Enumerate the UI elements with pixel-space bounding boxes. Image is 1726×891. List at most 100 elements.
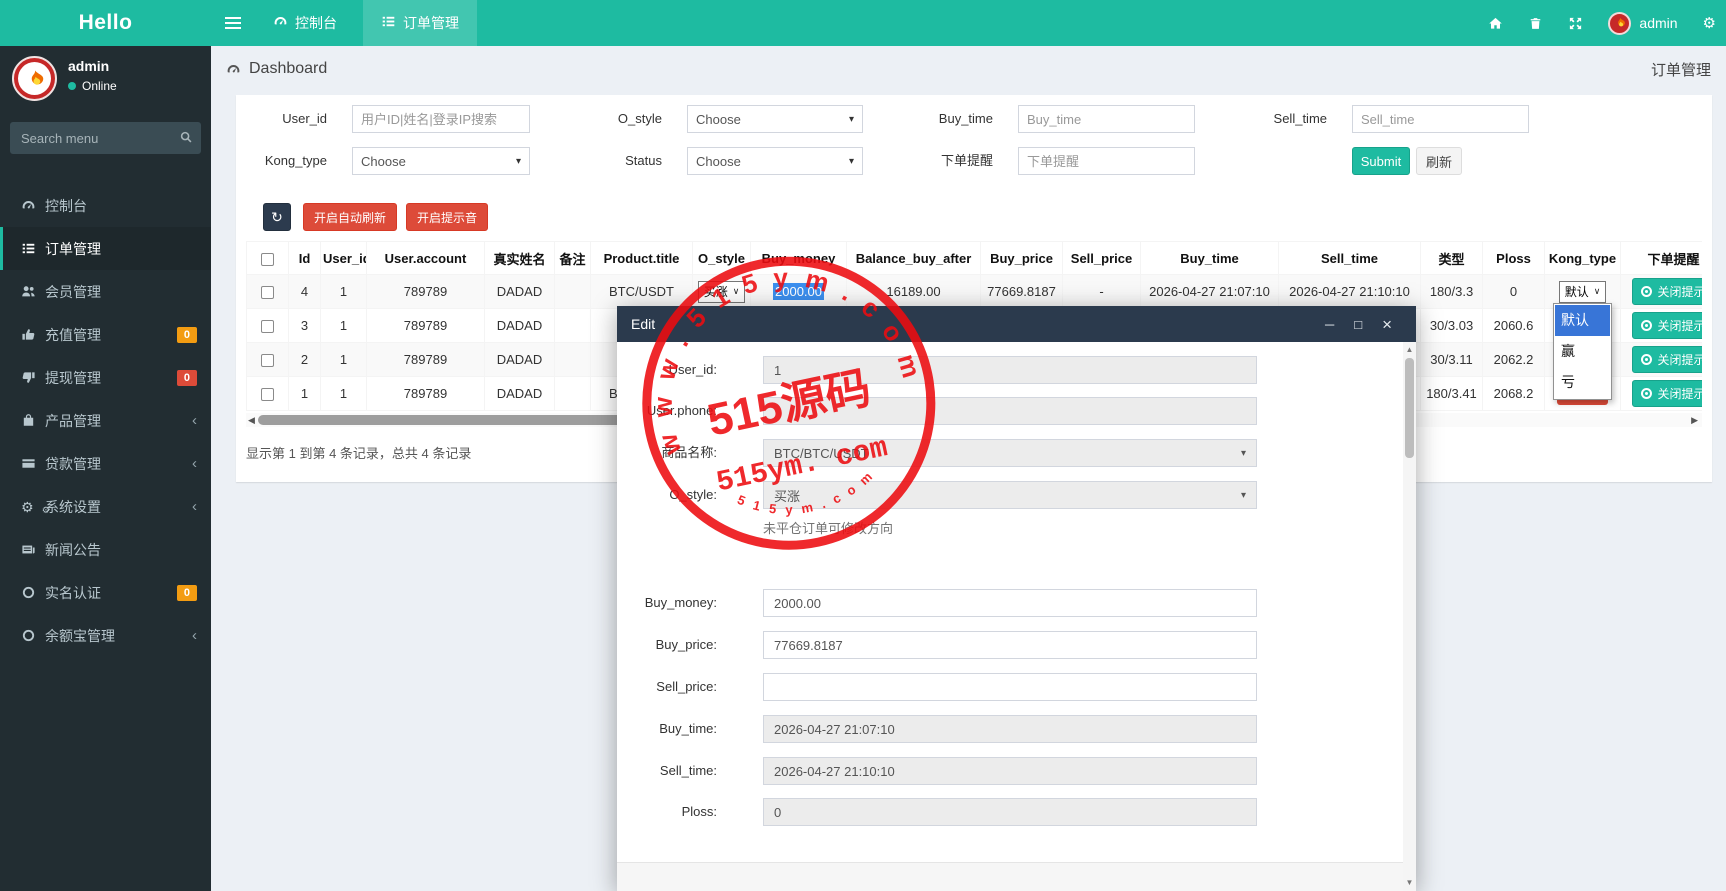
breadcrumb: Dashboard xyxy=(226,60,327,78)
list-icon xyxy=(381,14,396,32)
close-alert-button[interactable]: 关闭提示 xyxy=(1632,380,1702,407)
scrollbar-thumb[interactable] xyxy=(1405,358,1414,458)
dashboard-icon xyxy=(273,14,288,32)
dropdown-option-default[interactable]: 默认 xyxy=(1555,305,1610,336)
reload-button[interactable]: ↻ xyxy=(263,203,291,231)
modal-product-select[interactable]: BTC/BTC/USDT ▾ xyxy=(763,439,1257,467)
sidebar-item-settings[interactable]: ⚙⚙ 系统设置 ‹ xyxy=(0,485,211,528)
newspaper-icon xyxy=(21,542,45,557)
modal-titlebar[interactable]: Edit ─ □ × xyxy=(617,306,1416,342)
sidebar-toggle-button[interactable] xyxy=(211,0,255,46)
top-tab-console[interactable]: 控制台 xyxy=(255,0,355,46)
modal-phone-input[interactable] xyxy=(763,397,1257,425)
status-select[interactable]: Choose ▾ xyxy=(687,147,863,175)
close-alert-button[interactable]: 关闭提示 xyxy=(1632,312,1702,339)
col-buy-price: Buy_price xyxy=(981,242,1063,275)
app-logo: Hello xyxy=(0,0,211,46)
row-checkbox[interactable] xyxy=(261,286,274,299)
modal-label-user-id: User_id: xyxy=(625,356,717,384)
o-style-select[interactable]: Choose ▾ xyxy=(687,105,863,133)
sell-time-input[interactable] xyxy=(1352,105,1529,133)
table-toolbar: ↻ 开启自动刷新 开启提示音 xyxy=(246,203,1702,231)
filter-label-buy-time: Buy_time xyxy=(893,105,993,133)
avatar xyxy=(1608,12,1631,35)
top-nav-tabs: 控制台 订单管理 xyxy=(255,0,477,46)
refresh-button[interactable]: 刷新 xyxy=(1416,147,1462,175)
row-checkbox[interactable] xyxy=(261,388,274,401)
thumbs-down-icon xyxy=(21,370,45,385)
sidebar-item-yuebao[interactable]: 余额宝管理 ‹ xyxy=(0,614,211,657)
caret-down-icon: ▾ xyxy=(1241,448,1246,459)
sidebar-item-loans[interactable]: 贷款管理 ‹ xyxy=(0,442,211,485)
modal-sell-time-input[interactable] xyxy=(763,757,1257,785)
dashboard-icon xyxy=(21,198,45,213)
sidebar-item-news[interactable]: 新闻公告 xyxy=(0,528,211,571)
col-o-style: O_style xyxy=(693,242,751,275)
user-id-input[interactable] xyxy=(352,105,530,133)
scroll-right-icon[interactable]: ▶ xyxy=(1691,415,1698,426)
sound-alert-button[interactable]: 开启提示音 xyxy=(406,203,488,231)
modal-label-sell-time: Sell_time: xyxy=(625,757,717,785)
table-row: 4 1 789789 DADAD BTC/USDT 买涨∨ 2000.00 16… xyxy=(247,275,1703,309)
sidebar-item-recharge[interactable]: 充值管理 0 xyxy=(0,313,211,356)
settings-gear-icon[interactable]: ⚙ xyxy=(1703,16,1716,31)
col-buy-money: Buy_money xyxy=(751,242,847,275)
dropdown-option-win[interactable]: 赢 xyxy=(1555,336,1610,367)
remind-input[interactable] xyxy=(1018,147,1195,175)
user-menu[interactable]: admin xyxy=(1608,12,1677,35)
sidebar-user-name: admin xyxy=(68,58,109,74)
kong-type-select[interactable]: Choose ▾ xyxy=(352,147,530,175)
badge: 0 xyxy=(177,585,197,601)
select-all-checkbox[interactable] xyxy=(261,253,274,266)
scroll-up-icon[interactable]: ▲ xyxy=(1403,345,1416,354)
sidebar-item-products[interactable]: 产品管理 ‹ xyxy=(0,399,211,442)
scroll-down-icon[interactable]: ▼ xyxy=(1403,878,1416,887)
modal-o-style-select[interactable]: 买涨 ▾ xyxy=(763,481,1257,509)
row-checkbox[interactable] xyxy=(261,354,274,367)
modal-sell-price-input[interactable] xyxy=(763,673,1257,701)
col-user-id: User_id xyxy=(321,242,367,275)
sidebar-item-orders[interactable]: 订单管理 xyxy=(0,227,211,270)
scroll-left-icon[interactable]: ◀ xyxy=(248,415,255,426)
minimize-icon[interactable]: ─ xyxy=(1325,318,1334,331)
user-name: admin xyxy=(1639,15,1677,31)
row-kong-select[interactable]: 默认∨ xyxy=(1559,281,1607,303)
auto-refresh-button[interactable]: 开启自动刷新 xyxy=(303,203,397,231)
thumbs-up-icon xyxy=(21,327,45,342)
badge: 0 xyxy=(177,327,197,343)
modal-buy-price-input[interactable] xyxy=(763,631,1257,659)
home-icon[interactable] xyxy=(1488,16,1503,31)
row-checkbox[interactable] xyxy=(261,320,274,333)
top-tab-orders[interactable]: 订单管理 xyxy=(363,0,477,46)
modal-buy-money-input[interactable] xyxy=(763,589,1257,617)
col-type: 类型 xyxy=(1421,242,1483,275)
submit-button[interactable]: Submit xyxy=(1352,147,1410,175)
edit-modal: Edit ─ □ × User_id: User.phone: 商品名称: BT… xyxy=(617,306,1416,891)
modal-buy-time-input[interactable] xyxy=(763,715,1257,743)
close-icon[interactable]: × xyxy=(1382,316,1392,333)
maximize-icon[interactable]: □ xyxy=(1354,318,1362,331)
chevron-left-icon: ‹ xyxy=(192,455,197,472)
dropdown-option-lose[interactable]: 亏 xyxy=(1555,367,1610,398)
close-alert-button[interactable]: 关闭提示 xyxy=(1632,278,1702,305)
sidebar-item-realname[interactable]: 实名认证 0 xyxy=(0,571,211,614)
search-icon[interactable] xyxy=(179,130,193,149)
modal-vertical-scrollbar[interactable]: ▲ ▼ xyxy=(1403,342,1416,891)
col-remind: 下单提醒 xyxy=(1621,242,1703,275)
row-o-style-select[interactable]: 买涨∨ xyxy=(698,281,746,303)
close-alert-button[interactable]: 关闭提示 xyxy=(1632,346,1702,373)
credit-card-icon xyxy=(21,456,45,471)
col-real-name: 真实姓名 xyxy=(485,242,555,275)
modal-ploss-input[interactable] xyxy=(763,798,1257,826)
sidebar-item-console[interactable]: 控制台 xyxy=(0,184,211,227)
circle-o-icon xyxy=(21,628,45,643)
search-input[interactable] xyxy=(10,122,201,154)
filter-form: User_id O_style Choose ▾ Buy_time Sell_t… xyxy=(246,105,1702,189)
trash-icon[interactable] xyxy=(1528,16,1543,31)
buy-time-input[interactable] xyxy=(1018,105,1195,133)
modal-user-id-input[interactable] xyxy=(763,356,1257,384)
sidebar-item-withdraw[interactable]: 提现管理 0 xyxy=(0,356,211,399)
dot-circle-icon xyxy=(1641,354,1652,365)
fullscreen-icon[interactable] xyxy=(1568,16,1583,31)
sidebar-item-members[interactable]: 会员管理 xyxy=(0,270,211,313)
